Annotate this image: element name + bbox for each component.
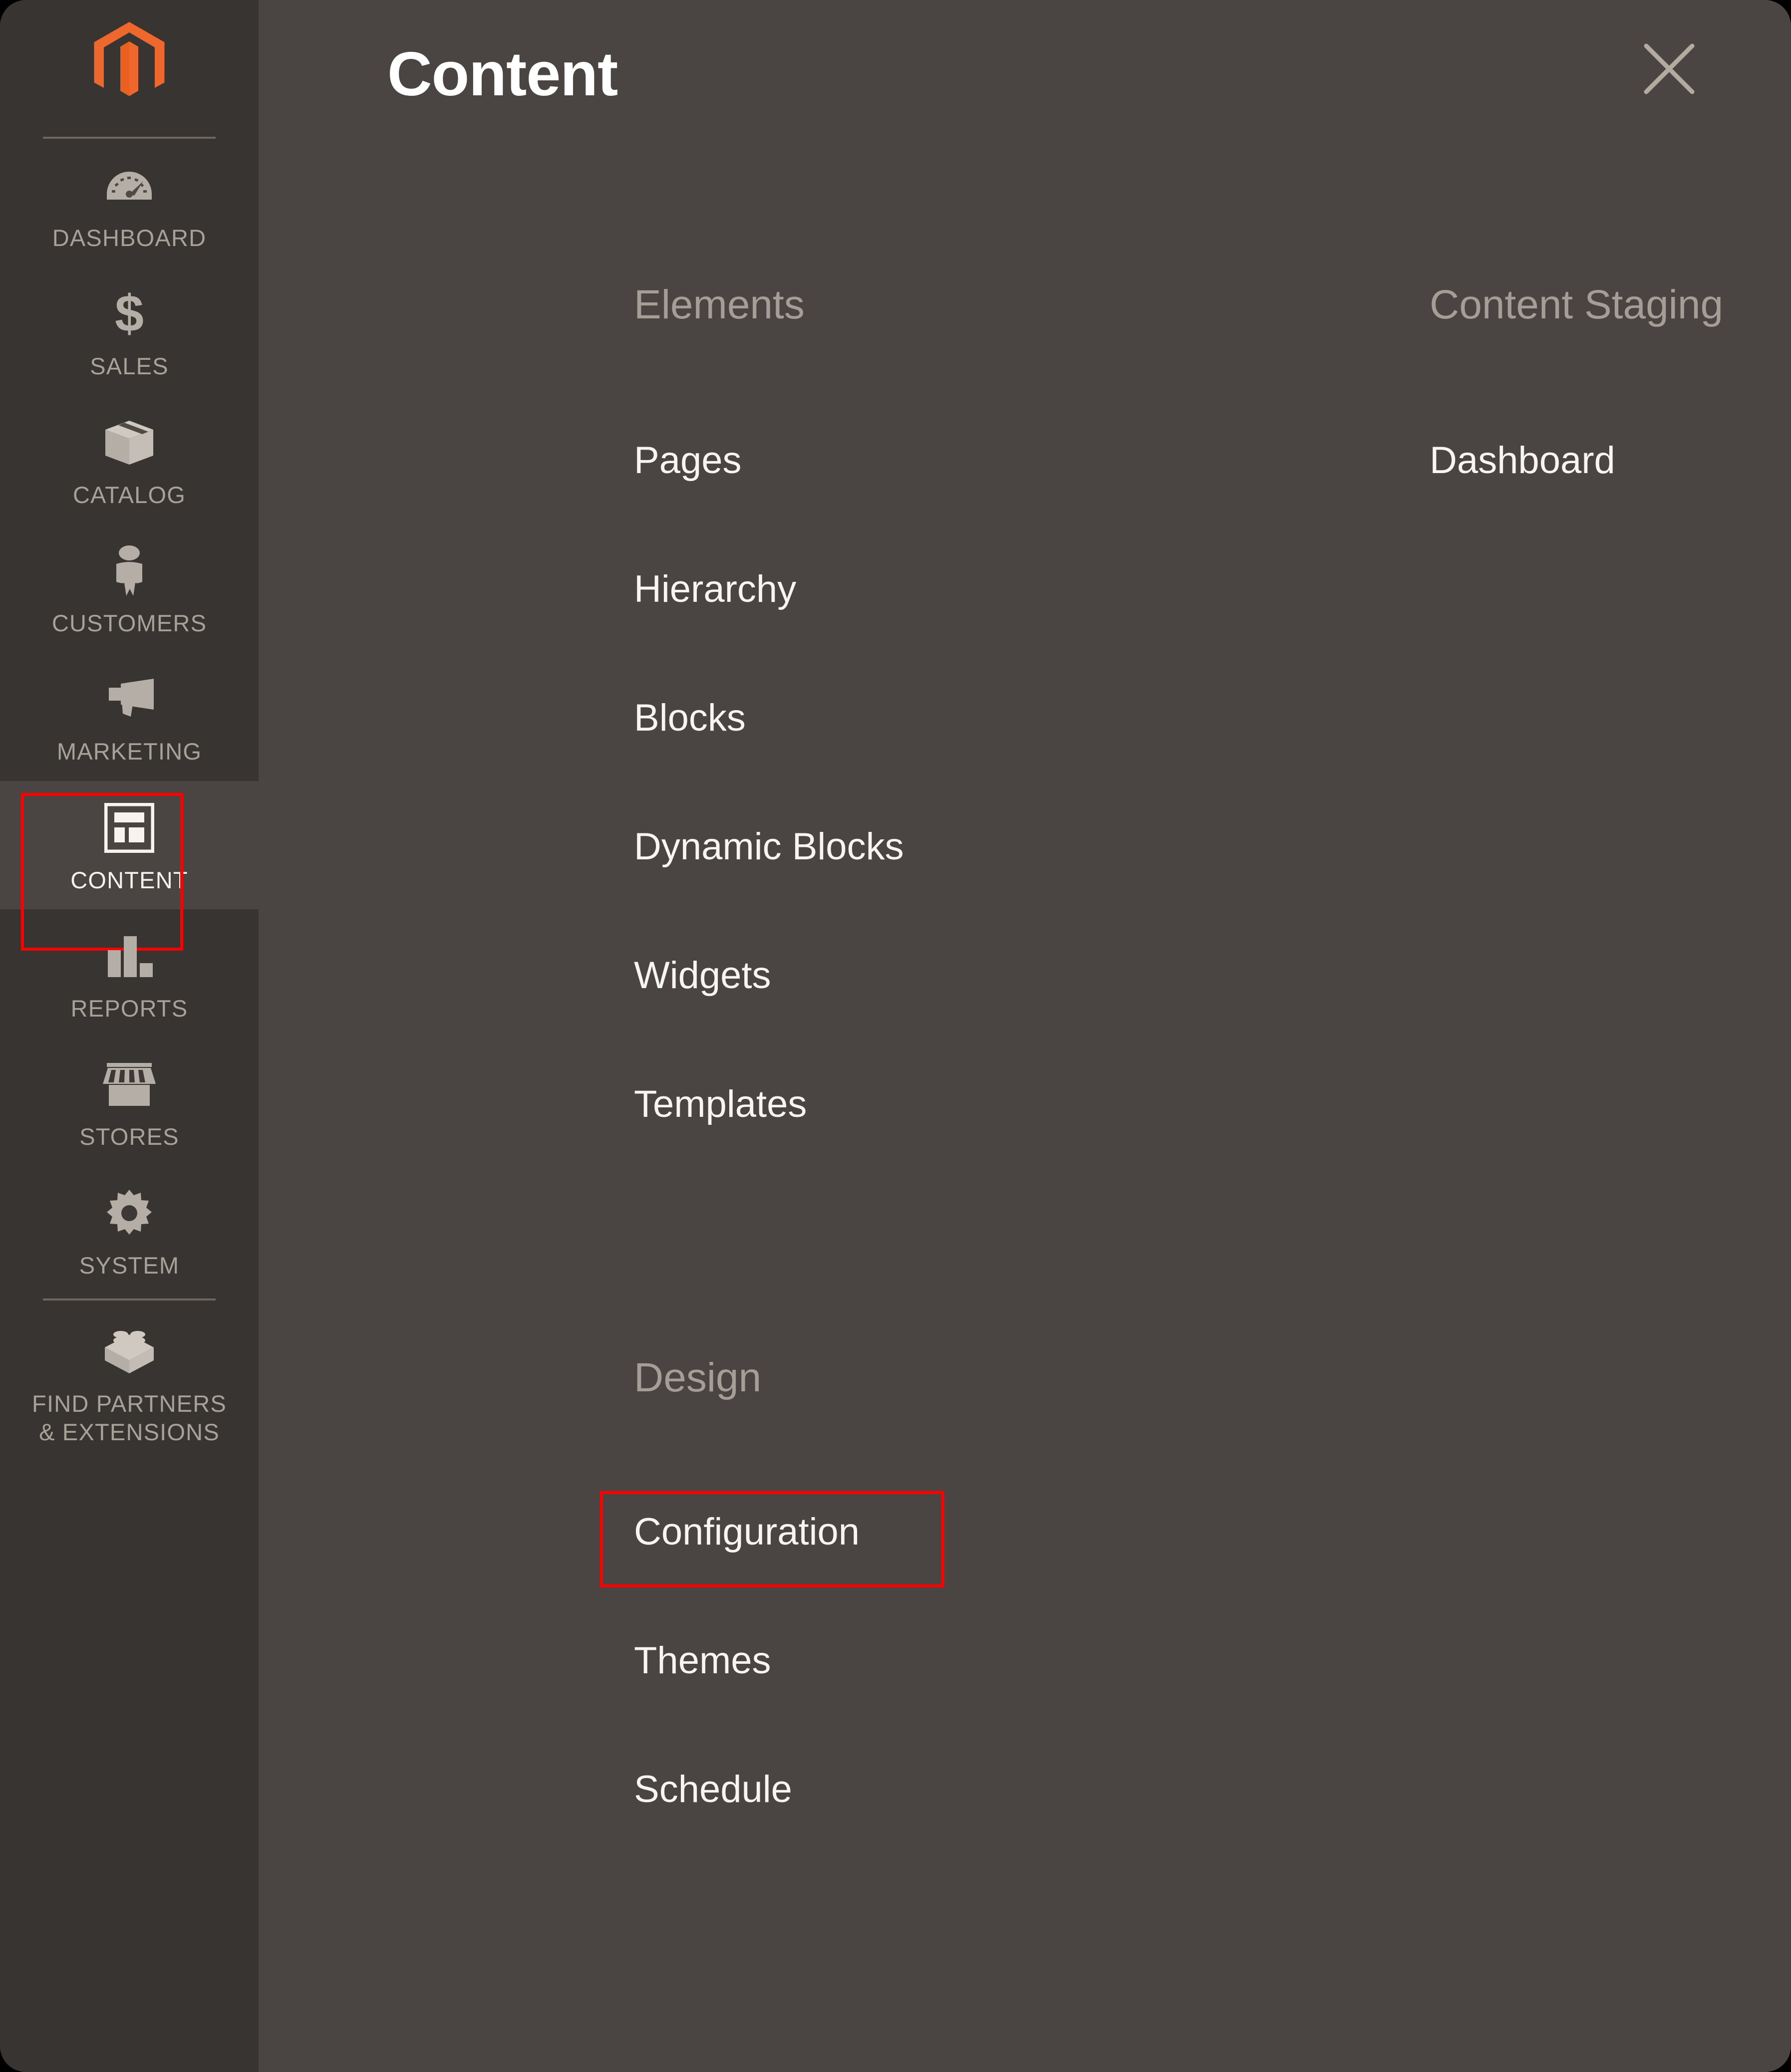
lego-brick-icon bbox=[102, 1321, 157, 1381]
menu-item-schedule[interactable]: Schedule bbox=[634, 1771, 1283, 1899]
menu-item-label: Blocks bbox=[634, 697, 746, 739]
menu-item-label: Templates bbox=[634, 1083, 807, 1125]
sidebar-item-label: CATALOG bbox=[72, 481, 186, 508]
page-title: Content bbox=[387, 40, 618, 109]
group-title-content-staging: Content Staging bbox=[1430, 282, 1724, 327]
menu-group-design: Design Configuration Themes Schedule bbox=[600, 1355, 1283, 1899]
svg-text:$: $ bbox=[115, 288, 144, 339]
sidebar-item-label: DASHBOARD bbox=[52, 225, 207, 251]
menu-list-content-staging: Dashboard bbox=[1430, 325, 1791, 570]
gauge-icon bbox=[105, 156, 153, 216]
sidebar-item-label: REPORTS bbox=[70, 995, 188, 1022]
menu-list-design: Configuration Themes Schedule bbox=[600, 1398, 1283, 1899]
person-icon bbox=[110, 541, 148, 601]
content-menu-panel: Content Elements Pages Hierarchy Blocks bbox=[259, 0, 1791, 2072]
magento-logo-icon bbox=[92, 22, 167, 106]
sidebar-item-find-partners-extensions[interactable]: FIND PARTNERS & EXTENSIONS bbox=[0, 1300, 259, 1462]
magento-logo[interactable] bbox=[0, 0, 259, 106]
menu-item-label: Pages bbox=[634, 439, 742, 482]
menu-list-elements: Pages Hierarchy Blocks Dynamic Blocks Wi… bbox=[634, 325, 1283, 1214]
sidebar-item-content[interactable]: CONTENT bbox=[0, 780, 259, 951]
magento-admin-menu-overlay: DASHBOARD $ SALES CATALOG CUSTOMERS MARK… bbox=[0, 0, 1791, 2072]
dollar-sign-icon: $ bbox=[111, 284, 147, 344]
megaphone-icon bbox=[102, 669, 157, 729]
menu-item-hierarchy[interactable]: Hierarchy bbox=[634, 570, 1283, 699]
menu-item-label: Dynamic Blocks bbox=[634, 825, 904, 868]
layout-icon bbox=[104, 798, 154, 858]
sidebar-item-reports[interactable]: REPORTS bbox=[0, 909, 259, 1037]
box-icon bbox=[103, 413, 155, 473]
main-sidebar: DASHBOARD $ SALES CATALOG CUSTOMERS MARK… bbox=[0, 0, 259, 2072]
sidebar-item-label: SYSTEM bbox=[79, 1252, 180, 1279]
menu-item-label: Hierarchy bbox=[634, 568, 797, 610]
menu-item-label: Configuration bbox=[634, 1511, 860, 1553]
storefront-icon bbox=[102, 1054, 157, 1114]
menu-item-label: Dashboard bbox=[1430, 439, 1615, 482]
gear-icon bbox=[105, 1183, 154, 1243]
sidebar-item-marketing[interactable]: MARKETING bbox=[0, 652, 259, 780]
sidebar-item-label: MARKETING bbox=[56, 738, 202, 765]
bar-chart-icon bbox=[105, 926, 154, 986]
menu-item-label: Themes bbox=[634, 1639, 771, 1682]
menu-item-themes[interactable]: Themes bbox=[634, 1642, 1283, 1771]
menu-item-dashboard[interactable]: Dashboard bbox=[1430, 442, 1791, 570]
menu-item-templates[interactable]: Templates bbox=[634, 1085, 1283, 1214]
menu-item-label: Schedule bbox=[634, 1768, 792, 1811]
menu-item-pages[interactable]: Pages bbox=[634, 442, 1283, 570]
group-title-design: Design bbox=[634, 1355, 762, 1400]
menu-item-label: Widgets bbox=[634, 954, 771, 997]
sidebar-item-label: CUSTOMERS bbox=[51, 609, 207, 636]
menu-group-elements: Elements Pages Hierarchy Blocks Dynamic … bbox=[634, 284, 1283, 1214]
menu-item-widgets[interactable]: Widgets bbox=[634, 957, 1283, 1085]
sidebar-item-system[interactable]: SYSTEM bbox=[0, 1166, 259, 1295]
sidebar-item-stores[interactable]: STORES bbox=[0, 1037, 259, 1166]
group-title-elements: Elements bbox=[634, 282, 805, 327]
sidebar-item-label: FIND PARTNERS & EXTENSIONS bbox=[32, 1390, 227, 1446]
sidebar-item-label: SALES bbox=[90, 353, 169, 380]
sidebar-item-sales[interactable]: $ SALES bbox=[0, 267, 259, 395]
menu-group-content-staging: Content Staging Dashboard bbox=[1430, 284, 1791, 570]
sidebar-item-customers[interactable]: CUSTOMERS bbox=[0, 524, 259, 652]
menu-item-blocks[interactable]: Blocks bbox=[634, 699, 1283, 828]
sidebar-item-dashboard[interactable]: DASHBOARD bbox=[0, 139, 259, 267]
close-icon[interactable] bbox=[1641, 41, 1697, 97]
sidebar-item-label: CONTENT bbox=[70, 866, 188, 893]
sidebar-item-catalog[interactable]: CATALOG bbox=[0, 396, 259, 524]
menu-item-configuration[interactable]: Configuration bbox=[600, 1491, 1283, 1642]
menu-item-dynamic-blocks[interactable]: Dynamic Blocks bbox=[634, 828, 1283, 957]
sidebar-item-label: STORES bbox=[79, 1123, 179, 1150]
